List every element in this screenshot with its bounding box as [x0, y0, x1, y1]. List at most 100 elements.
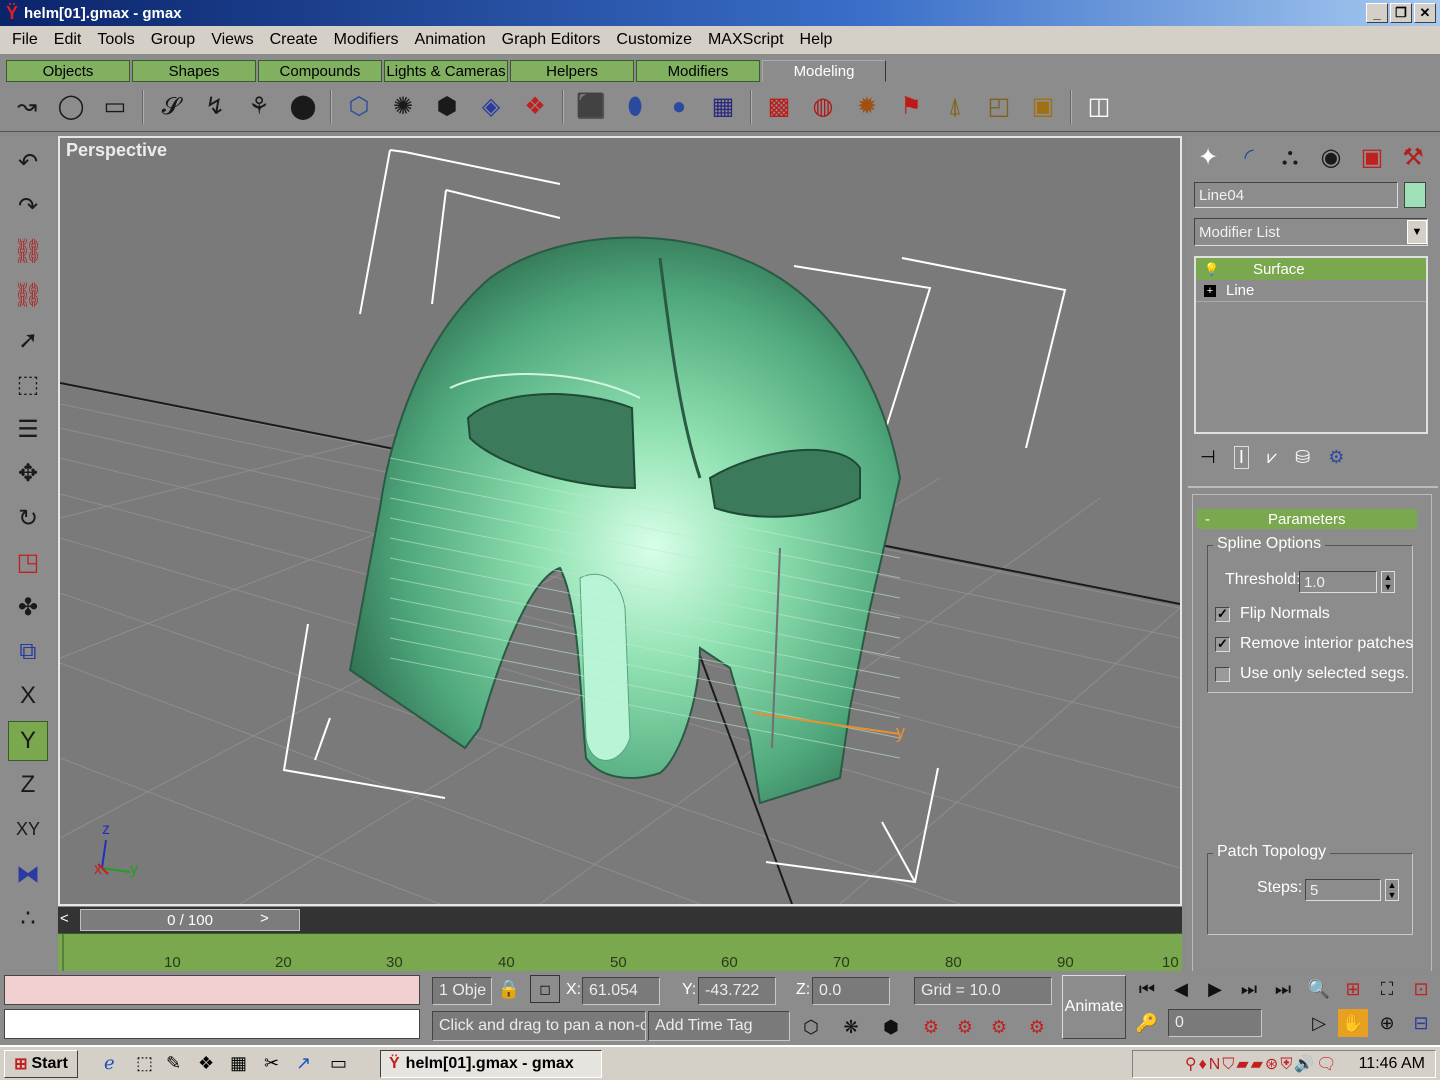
menu-group[interactable]: Group — [143, 31, 203, 49]
percent-snap-icon[interactable]: ⬢ — [876, 1013, 906, 1041]
parameters-rollout-header[interactable]: - Parameters — [1197, 509, 1417, 529]
z-coord-field[interactable]: 0.0 — [812, 977, 890, 1005]
modify-icon[interactable]: ◜ — [1231, 138, 1267, 176]
menu-create[interactable]: Create — [262, 31, 326, 49]
boxmap-icon[interactable]: ▣ — [1024, 88, 1062, 126]
zoom-all-icon[interactable]: ⊞ — [1338, 975, 1368, 1003]
x-coord-field[interactable]: 61.054 — [582, 977, 660, 1005]
motion-icon[interactable]: ◉ — [1313, 138, 1349, 176]
remove-interior-patches-checkbox[interactable]: ✓ — [1215, 636, 1230, 652]
circle-icon[interactable]: ◯ — [52, 88, 90, 126]
current-frame-field[interactable]: 0 — [1168, 1009, 1262, 1037]
text-spline-icon[interactable]: 𝓢 — [152, 88, 190, 126]
axis-x-icon[interactable]: X — [8, 676, 48, 716]
maxscript-listener-pink[interactable] — [4, 975, 420, 1005]
tool-icon[interactable]: ✂ — [264, 1053, 279, 1074]
lock-icon[interactable]: 🔒 — [494, 975, 524, 1003]
axis-z-icon[interactable]: Z — [8, 765, 48, 805]
rectangle-icon[interactable]: ▭ — [96, 88, 134, 126]
arc-rotate-icon[interactable]: ⊕ — [1372, 1009, 1402, 1037]
bulb-icon[interactable]: 💡 — [1204, 262, 1219, 276]
grid-icon[interactable]: ◈ — [472, 88, 510, 126]
set-key-icon[interactable]: ⚙ — [950, 1013, 980, 1041]
notepad-icon[interactable]: ✎ — [166, 1053, 181, 1074]
start-button[interactable]: ⊞ Start — [4, 1050, 78, 1078]
sphere-wire-icon[interactable]: ✺ — [384, 88, 422, 126]
menu-customize[interactable]: Customize — [608, 31, 700, 49]
uvw-icon[interactable]: ◫ — [1080, 88, 1118, 126]
key-icon[interactable]: 🔑 — [1132, 1009, 1162, 1037]
play-icon[interactable]: ▶ — [1200, 975, 1230, 1003]
select-region-icon[interactable]: ⬚ — [8, 365, 48, 405]
tab-modeling[interactable]: Modeling — [762, 60, 886, 82]
mirror-icon[interactable]: ⧉ — [8, 632, 48, 672]
zoom-extents-all-icon[interactable]: ⊡ — [1406, 975, 1436, 1003]
taskbar-item-gmax[interactable]: Ÿ helm[01].gmax - gmax — [380, 1050, 602, 1078]
expand-icon[interactable]: + — [1204, 284, 1216, 297]
taper-icon[interactable]: ⍋ — [936, 88, 974, 126]
stack-item-surface[interactable]: 💡 Surface — [1196, 258, 1426, 280]
select-icon[interactable]: ➚ — [8, 320, 48, 360]
menu-animation[interactable]: Animation — [407, 31, 494, 49]
menu-tools[interactable]: Tools — [89, 31, 142, 49]
time-prev-button[interactable]: < — [60, 910, 69, 927]
unlink-icon[interactable]: ⛓ — [8, 276, 48, 316]
chevron-down-icon[interactable]: ▼ — [1407, 220, 1427, 244]
perspective-viewport[interactable]: y x y z Perspective — [58, 136, 1182, 906]
zoom-extents-icon[interactable]: ⛶ — [1372, 975, 1402, 1003]
maxscript-listener-white[interactable] — [4, 1009, 420, 1039]
cube-icon[interactable]: ⬛ — [572, 88, 610, 126]
close-button[interactable]: ✕ — [1414, 3, 1436, 23]
modifier-stack[interactable]: 💡 Surface + Line — [1194, 256, 1428, 434]
tab-compounds[interactable]: Compounds — [258, 60, 382, 82]
hierarchy-icon[interactable]: ⛬ — [1272, 138, 1308, 176]
remove-interior-patches-option[interactable]: ✓ Remove interior patches — [1215, 635, 1413, 653]
delete-key-icon[interactable]: ⚙ — [984, 1013, 1014, 1041]
pan-icon[interactable]: ✋ — [1338, 1009, 1368, 1037]
ie-icon[interactable]: ℯ — [104, 1053, 115, 1074]
menu-maxscript[interactable]: MAXScript — [700, 31, 792, 49]
shell-icon[interactable]: ◰ — [980, 88, 1018, 126]
modifier-list-dropdown[interactable]: Modifier List ▼ — [1194, 218, 1428, 246]
window-app-icon[interactable]: ▭ — [330, 1053, 347, 1074]
time-next-button[interactable]: > — [260, 910, 269, 927]
object-name-field[interactable]: Line04 — [1194, 182, 1398, 208]
flip-normals-checkbox[interactable]: ✓ — [1215, 606, 1230, 622]
noise-icon[interactable]: ✹ — [848, 88, 886, 126]
tube-icon[interactable]: ⬮ — [616, 88, 654, 126]
tab-modifiers[interactable]: Modifiers — [636, 60, 760, 82]
prev-frame-icon[interactable]: ◀ — [1166, 975, 1196, 1003]
restore-button[interactable]: ❐ — [1390, 3, 1412, 23]
menu-graph-editors[interactable]: Graph Editors — [494, 31, 609, 49]
flip-normals-option[interactable]: ✓ Flip Normals — [1215, 605, 1330, 623]
goto-end-icon[interactable]: ⏭ — [1268, 975, 1298, 1003]
snap-toggle-icon[interactable]: ⬡ — [796, 1013, 826, 1041]
goto-start-icon[interactable]: ⏮ — [1132, 975, 1162, 1003]
maximize-viewport-icon[interactable]: ⊟ — [1406, 1009, 1436, 1037]
patch-icon[interactable]: ❖ — [516, 88, 554, 126]
pin-stack-icon[interactable]: ⊣ — [1200, 447, 1216, 468]
menu-edit[interactable]: Edit — [46, 31, 90, 49]
snap-icon[interactable]: ∴ — [8, 899, 48, 939]
use-selected-segs-checkbox[interactable] — [1215, 666, 1230, 682]
tab-objects[interactable]: Objects — [6, 60, 130, 82]
box-wire-icon[interactable]: ⬢ — [428, 88, 466, 126]
minimize-button[interactable]: _ — [1366, 3, 1388, 23]
stack-item-line[interactable]: + Line — [1196, 280, 1426, 302]
link-app-icon[interactable]: ↗ — [296, 1053, 311, 1074]
link-icon[interactable]: ⛓ — [8, 231, 48, 271]
cylinder-outline-icon[interactable]: ⬡ — [340, 88, 378, 126]
mesh-red-icon[interactable]: ▩ — [760, 88, 798, 126]
menu-views[interactable]: Views — [203, 31, 261, 49]
select-by-name-icon[interactable]: ☰ — [8, 409, 48, 449]
menu-file[interactable]: File — [4, 31, 46, 49]
create-icon[interactable]: ✦ — [1190, 138, 1226, 176]
steps-spinner[interactable]: ▲ ▼ — [1385, 879, 1399, 901]
use-selected-segs-option[interactable]: Use only selected segs. — [1215, 665, 1409, 683]
app-icon[interactable]: ❖ — [198, 1053, 214, 1074]
angle-snap-icon[interactable]: ❋ — [836, 1013, 866, 1041]
tab-lights-cameras[interactable]: Lights & Cameras — [384, 60, 508, 82]
next-frame-icon[interactable]: ⏭ — [1234, 975, 1264, 1003]
sphere-icon[interactable]: ● — [660, 88, 698, 126]
viewport-label[interactable]: Perspective — [66, 140, 167, 161]
